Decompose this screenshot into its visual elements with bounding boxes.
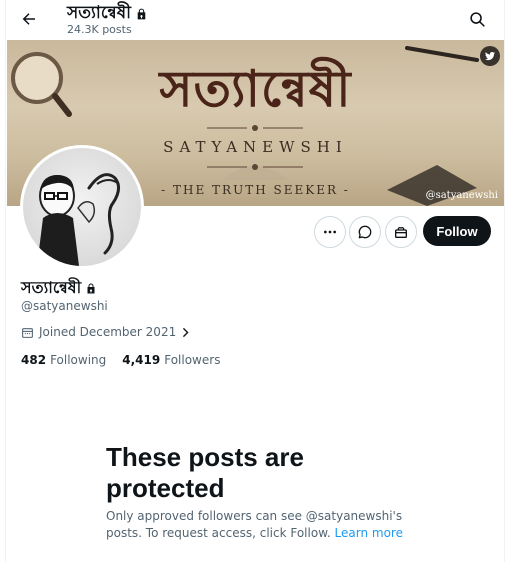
following-label: Following (50, 353, 107, 367)
learn-more-link[interactable]: Learn more (335, 526, 403, 540)
chat-bubble-icon (358, 225, 372, 239)
profile-page: সত্যান্বেষী 24.3K posts সত্যান্বেষী SATY… (5, 0, 505, 562)
display-name: সত্যান্বেষী (21, 275, 97, 302)
joined-date[interactable]: Joined December 2021 (21, 325, 190, 339)
lock-icon (87, 283, 95, 294)
follow-stats: 482 Following 4,419 Followers (21, 353, 220, 367)
protected-description: Only approved followers can see @satyane… (106, 508, 416, 542)
protected-title: These posts are protected (106, 442, 304, 503)
user-handle: @satyanewshi (21, 299, 108, 313)
search-icon (469, 11, 485, 27)
post-count: 24.3K posts (67, 23, 132, 36)
gift-box-icon (395, 226, 407, 238)
follow-button[interactable]: Follow (423, 216, 491, 246)
avatar-illustration (37, 173, 120, 266)
back-button[interactable] (14, 4, 44, 34)
following-count: 482 (21, 353, 47, 367)
banner-title: সত্যান্বেষী (159, 59, 352, 118)
followers-label: Followers (164, 353, 221, 367)
more-button[interactable] (314, 216, 346, 248)
lock-icon (137, 8, 146, 20)
following-link[interactable]: 482 Following (21, 353, 106, 367)
followers-count: 4,419 (122, 353, 161, 367)
followers-link[interactable]: 4,419 Followers (122, 353, 220, 367)
message-button[interactable] (349, 216, 381, 248)
subscribe-button[interactable] (385, 216, 417, 248)
twitter-bird-icon (480, 46, 500, 66)
calendar-icon (22, 327, 33, 338)
search-button[interactable] (462, 4, 492, 34)
more-horizontal-icon (324, 230, 336, 234)
display-name-text: সত্যান্বেষী (21, 278, 82, 297)
banner-handle: @satyanewshi (425, 190, 498, 201)
top-bar: সত্যান্বেষী 24.3K posts (6, 0, 504, 40)
arrow-left-icon (22, 13, 35, 25)
chevron-right-icon (183, 327, 189, 337)
avatar[interactable] (20, 145, 144, 269)
joined-text: Joined December 2021 (39, 325, 177, 339)
